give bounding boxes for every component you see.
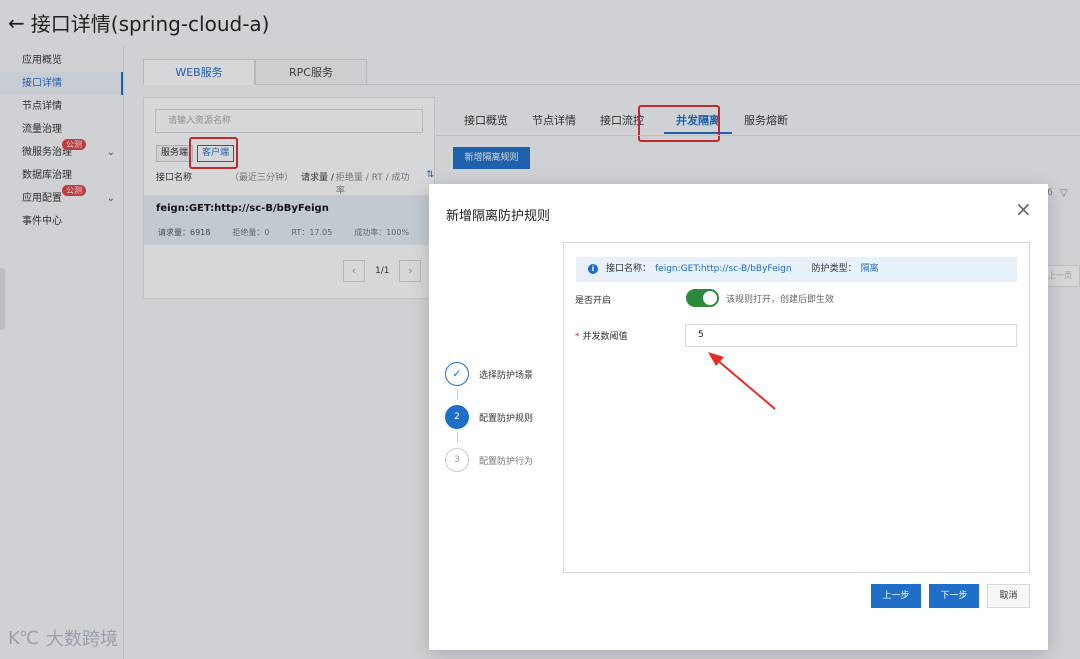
watermark: K℃ 大数跨境 (8, 625, 118, 651)
watermark-logo: K℃ (8, 627, 39, 649)
annotation-arrow (708, 352, 776, 410)
watermark-text: 大数跨境 (46, 629, 119, 650)
